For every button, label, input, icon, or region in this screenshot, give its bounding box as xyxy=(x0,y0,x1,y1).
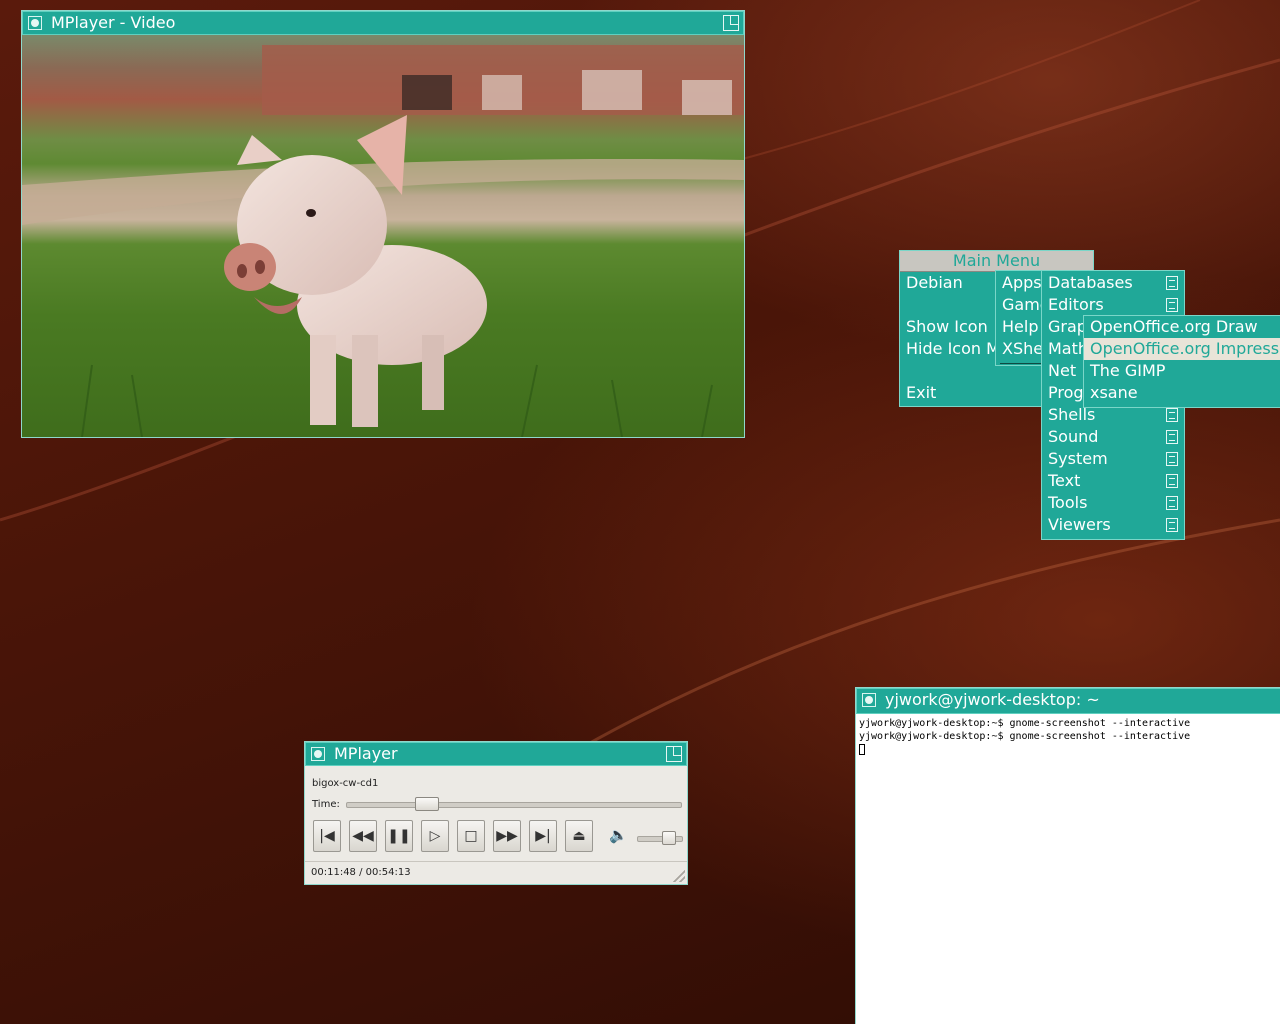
main-menu-title-label: Main Menu xyxy=(952,251,1041,270)
menu-item-label: Sound xyxy=(1048,427,1099,446)
submenu-arrow-icon xyxy=(1166,298,1178,312)
menu-item-label: Tools xyxy=(1048,493,1088,512)
speaker-icon: 🔈 xyxy=(609,826,628,844)
window-menu-icon[interactable] xyxy=(28,16,42,30)
play-icon: ▷ xyxy=(429,828,441,844)
maximize-icon[interactable] xyxy=(723,15,739,31)
skip-back-icon: |◀ xyxy=(319,828,335,844)
terminal-window[interactable]: yjwork@yjwork-desktop: ~ yjwork@yjwork-d… xyxy=(855,687,1280,1024)
video-titlebar[interactable]: MPlayer - Video xyxy=(22,11,744,35)
graphics-menu[interactable]: OpenOffice.org Draw OpenOffice.org Impre… xyxy=(1083,315,1280,408)
menu-item-xshells[interactable]: XShe xyxy=(996,338,1044,360)
menu-item-label: System xyxy=(1048,449,1108,468)
pause-button[interactable]: ❚❚ xyxy=(385,820,413,852)
debian-menu[interactable]: Apps Game Help XShe xyxy=(995,270,1045,366)
window-menu-icon[interactable] xyxy=(311,747,325,761)
video-window-title: MPlayer - Video xyxy=(51,13,176,32)
menu-item-apps[interactable]: Apps xyxy=(996,272,1044,294)
terminal-line: yjwork@yjwork-desktop:~$ gnome-screensho… xyxy=(859,731,1191,742)
time-total: 00:54:13 xyxy=(365,867,411,878)
mplayer-control-window[interactable]: MPlayer bigox-cw-cd1 Time: |◀ ◀◀ ❚❚ ▷ □ … xyxy=(304,741,688,885)
terminal-output[interactable]: yjwork@yjwork-desktop:~$ gnome-screensho… xyxy=(856,714,1280,1024)
menu-item-label: Editors xyxy=(1048,295,1104,314)
menu-item-label: Databases xyxy=(1048,273,1133,292)
menu-item-xsane[interactable]: xsane xyxy=(1084,382,1280,404)
submenu-arrow-icon xyxy=(1166,452,1178,466)
terminal-line: yjwork@yjwork-desktop:~$ gnome-screensho… xyxy=(859,718,1191,729)
menu-item-label: Viewers xyxy=(1048,515,1111,534)
fast-forward-icon: ▶▶ xyxy=(496,828,518,844)
seek-slider[interactable] xyxy=(346,797,682,811)
time-status-bar: 00:11:48 / 00:54:13 xyxy=(305,861,687,884)
file-name: bigox-cw-cd1 xyxy=(312,778,379,789)
resize-grip[interactable] xyxy=(673,870,685,882)
skip-forward-icon: ▶| xyxy=(535,828,551,844)
submenu-arrow-icon xyxy=(1166,496,1178,510)
submenu-arrow-icon xyxy=(1166,474,1178,488)
time-separator: / xyxy=(359,867,363,878)
menu-separator xyxy=(1000,363,1044,364)
next-button[interactable]: ▶| xyxy=(529,820,557,852)
menu-item-help[interactable]: Help xyxy=(996,316,1044,338)
menu-item-oo-draw[interactable]: OpenOffice.org Draw xyxy=(1084,316,1280,338)
menu-item-editors[interactable]: Editors xyxy=(1042,294,1184,316)
play-button[interactable]: ▷ xyxy=(421,820,449,852)
menu-item-games[interactable]: Game xyxy=(996,294,1044,316)
eject-icon: ⏏ xyxy=(572,828,586,844)
terminal-titlebar[interactable]: yjwork@yjwork-desktop: ~ xyxy=(856,688,1280,714)
submenu-arrow-icon xyxy=(1166,518,1178,532)
mplayer-video-window[interactable]: MPlayer - Video xyxy=(21,10,745,438)
stop-icon: □ xyxy=(464,828,478,844)
time-label: Time: xyxy=(312,799,340,810)
submenu-arrow-icon xyxy=(1166,276,1178,290)
time-current: 00:11:48 xyxy=(311,867,356,878)
menu-item-text[interactable]: Text xyxy=(1042,470,1184,492)
menu-item-gimp[interactable]: The GIMP xyxy=(1084,360,1280,382)
submenu-arrow-icon xyxy=(1166,430,1178,444)
window-menu-icon[interactable] xyxy=(862,693,876,707)
video-picture xyxy=(22,45,744,437)
eject-button[interactable]: ⏏ xyxy=(565,820,593,852)
terminal-window-title: yjwork@yjwork-desktop: ~ xyxy=(885,690,1100,709)
menu-item-tools[interactable]: Tools xyxy=(1042,492,1184,514)
terminal-prompt-line xyxy=(859,743,1280,756)
pause-icon: ❚❚ xyxy=(387,828,411,844)
fast-forward-button[interactable]: ▶▶ xyxy=(493,820,521,852)
stop-button[interactable]: □ xyxy=(457,820,485,852)
volume-slider[interactable] xyxy=(637,831,683,845)
menu-item-system[interactable]: System xyxy=(1042,448,1184,470)
previous-button[interactable]: |◀ xyxy=(313,820,341,852)
rewind-button[interactable]: ◀◀ xyxy=(349,820,377,852)
rewind-icon: ◀◀ xyxy=(352,828,374,844)
menu-item-databases[interactable]: Databases xyxy=(1042,272,1184,294)
menu-item-sound[interactable]: Sound xyxy=(1042,426,1184,448)
menu-item-label: Text xyxy=(1048,471,1081,490)
terminal-cursor xyxy=(859,743,865,755)
menu-item-oo-impress[interactable]: OpenOffice.org Impress xyxy=(1084,338,1280,360)
player-body: bigox-cw-cd1 Time: |◀ ◀◀ ❚❚ ▷ □ ▶▶ ▶| ⏏ … xyxy=(305,766,687,884)
submenu-arrow-icon xyxy=(1166,408,1178,422)
video-frame[interactable] xyxy=(22,35,744,437)
seek-slider-thumb[interactable] xyxy=(415,797,439,811)
menu-item-viewers[interactable]: Viewers xyxy=(1042,514,1184,536)
volume-slider-thumb[interactable] xyxy=(662,831,676,845)
player-window-title: MPlayer xyxy=(334,744,398,763)
maximize-icon[interactable] xyxy=(666,746,682,762)
player-titlebar[interactable]: MPlayer xyxy=(305,742,687,766)
